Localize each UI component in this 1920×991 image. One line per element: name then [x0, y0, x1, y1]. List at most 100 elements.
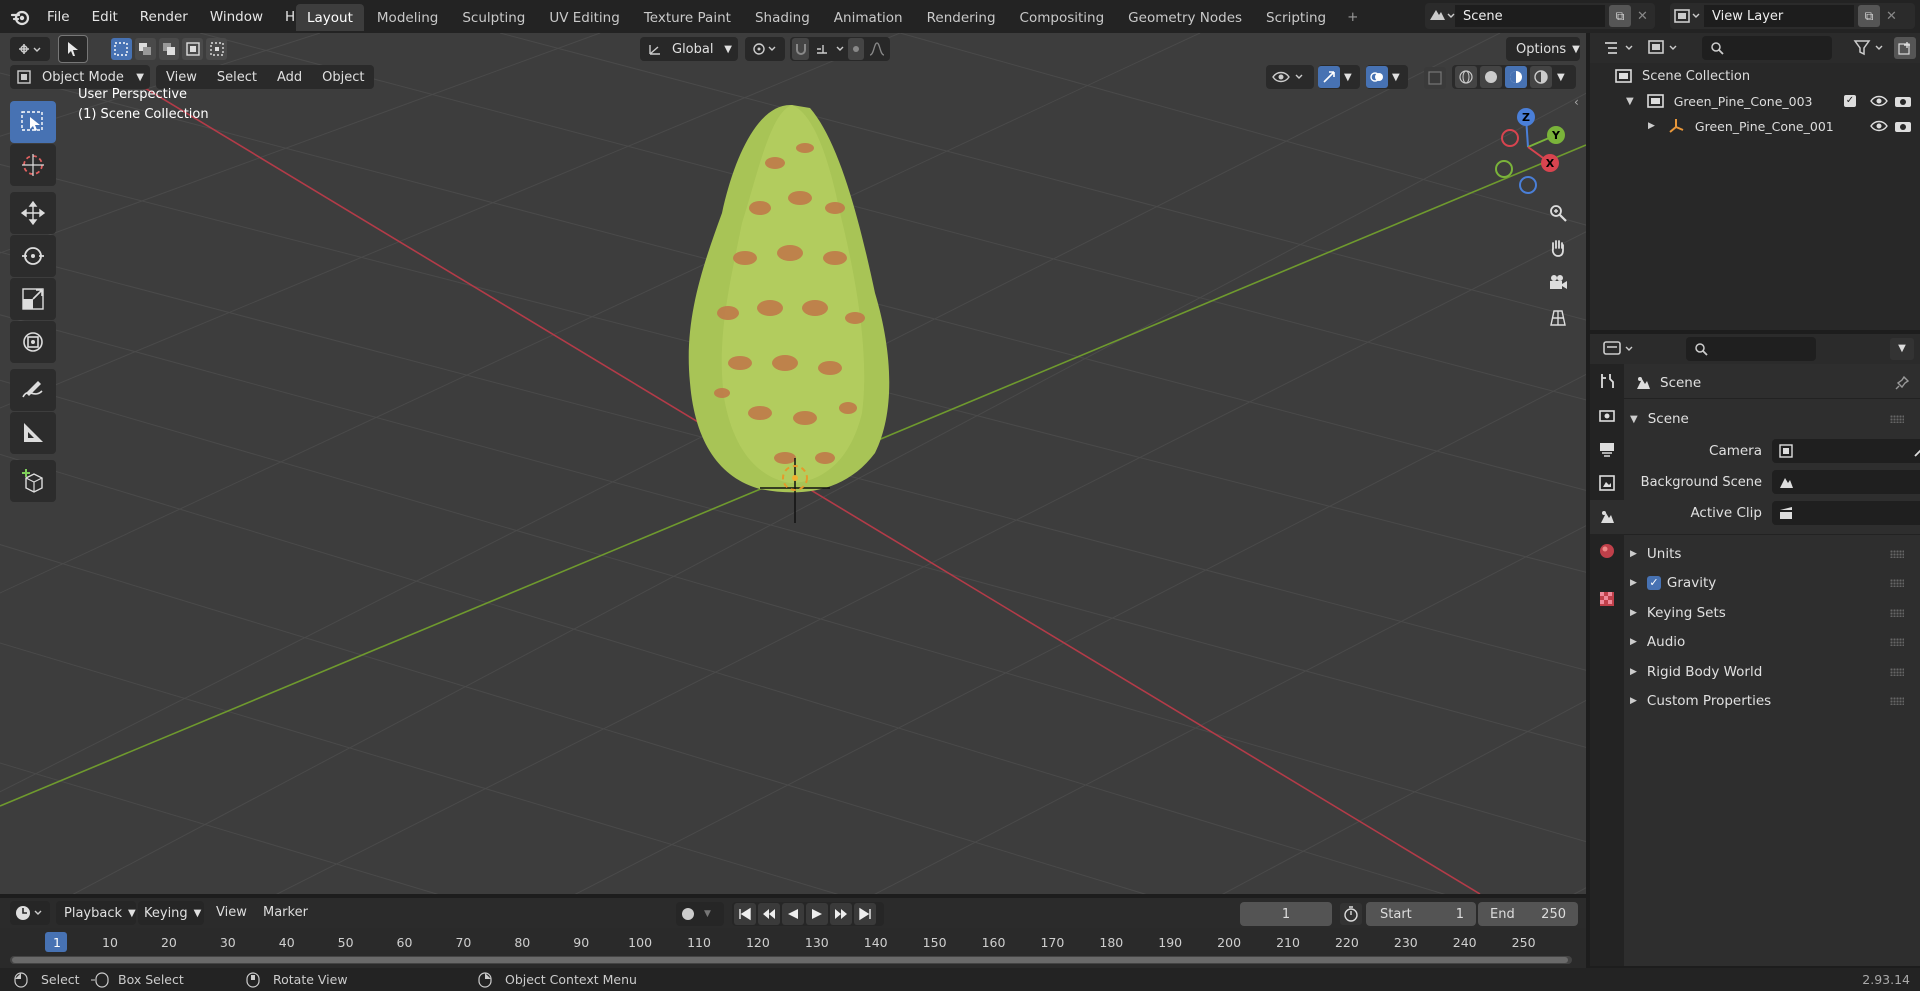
scene-tab[interactable] [1590, 500, 1624, 534]
camera-render-icon[interactable] [1894, 94, 1912, 108]
transform-tool[interactable] [10, 321, 56, 363]
zoom-view-button[interactable] [1542, 197, 1574, 229]
measure-tool[interactable] [10, 412, 56, 454]
falloff-icon[interactable] [868, 41, 890, 57]
material-preview-icon[interactable] [1505, 66, 1527, 88]
texture-tab[interactable] [1590, 582, 1624, 616]
xray-toggle-icon[interactable] [1424, 67, 1446, 89]
jump-start-icon[interactable] [734, 903, 756, 925]
tool-settings-toggle[interactable] [58, 35, 88, 63]
filter-icon[interactable] [1852, 37, 1892, 59]
world-tab[interactable] [1590, 534, 1624, 568]
eyedropper-icon[interactable] [1912, 443, 1920, 459]
annotate-tool[interactable] [10, 369, 56, 411]
blender-logo-icon[interactable] [10, 6, 32, 28]
gravity-panel-header[interactable]: ▶ ✓ Gravity [1630, 570, 1910, 596]
select-subtract-icon[interactable] [158, 38, 180, 60]
drag-handle-icon[interactable] [1890, 579, 1904, 587]
navigation-gizmo[interactable]: Z Y X [1480, 105, 1580, 205]
rendered-shading-icon[interactable] [1530, 66, 1552, 88]
drag-handle-icon[interactable] [1890, 697, 1904, 705]
menu-window[interactable]: Window [199, 9, 274, 25]
solid-shading-icon[interactable] [1480, 66, 1502, 88]
rotate-tool[interactable] [10, 235, 56, 277]
units-panel-header[interactable]: ▶ Units [1630, 541, 1910, 567]
scale-tool[interactable] [10, 278, 56, 320]
timeline-scrollbar[interactable] [10, 956, 1572, 964]
cursor-tool[interactable] [10, 144, 56, 186]
scene-name-input[interactable] [1455, 5, 1605, 27]
sidebar-collapse-icon[interactable]: ‹ [1574, 95, 1579, 109]
play-icon[interactable] [806, 903, 828, 925]
drag-handle-icon[interactable] [1890, 609, 1904, 617]
tab-geometry-nodes[interactable]: Geometry Nodes [1117, 4, 1253, 31]
current-frame-field[interactable]: 1 [1240, 902, 1332, 926]
disclosure-triangle-icon[interactable]: ▶ [1648, 121, 1655, 131]
chevron-down-icon[interactable]: ▼ [1890, 338, 1914, 360]
custom-properties-panel-header[interactable]: ▶ Custom Properties [1630, 688, 1910, 714]
tab-animation[interactable]: Animation [823, 4, 914, 31]
output-tab[interactable] [1590, 432, 1624, 466]
wireframe-shading-icon[interactable] [1455, 66, 1477, 88]
select-intersect-icon[interactable] [206, 38, 227, 60]
tab-rendering[interactable]: Rendering [916, 4, 1007, 31]
tab-modeling[interactable]: Modeling [366, 4, 449, 31]
pivot-point-dropdown[interactable] [745, 37, 785, 61]
chevron-down-icon[interactable]: ▼ [1557, 72, 1565, 83]
new-collection-icon[interactable] [1894, 37, 1916, 59]
viewport-menu-add[interactable]: Add [267, 70, 312, 85]
camera-view-button[interactable] [1542, 267, 1574, 299]
render-tab[interactable] [1590, 398, 1624, 432]
jump-end-icon[interactable] [854, 903, 876, 925]
chevron-down-icon[interactable]: ▼ [1344, 72, 1352, 83]
eye-icon[interactable] [1870, 119, 1888, 133]
scene-panel-header[interactable]: ▼ Scene [1630, 406, 1910, 432]
visibility-dropdown[interactable] [1266, 65, 1314, 89]
ortho-toggle-button[interactable] [1542, 302, 1574, 334]
exclude-checkbox[interactable]: ✓ [1844, 95, 1856, 107]
3d-viewport[interactable]: Global ▼ Options ▼ Object Mode ▼ View Se… [0, 33, 1586, 894]
scene-icon[interactable] [1425, 5, 1455, 27]
outliner-search-input[interactable] [1702, 36, 1832, 60]
menu-render[interactable]: Render [129, 9, 199, 25]
rigid-body-world-panel-header[interactable]: ▶ Rigid Body World [1630, 659, 1910, 685]
chevron-down-icon[interactable]: ▼ [1392, 72, 1400, 83]
eye-icon[interactable] [1870, 94, 1888, 108]
properties-search-input[interactable] [1686, 337, 1816, 361]
end-frame-field[interactable]: End 250 [1478, 902, 1578, 926]
view-layer-icon[interactable] [1670, 5, 1704, 27]
drag-handle-icon[interactable] [1890, 415, 1904, 423]
audio-panel-header[interactable]: ▶ Audio [1630, 629, 1910, 655]
outliner-row-root[interactable]: Scene Collection [1590, 65, 1920, 87]
timeline-menu-marker[interactable]: Marker [263, 905, 308, 920]
camera-field[interactable] [1772, 439, 1920, 463]
view-layer-tab[interactable] [1590, 466, 1624, 500]
play-reverse-icon[interactable] [782, 903, 804, 925]
viewport-menu-view[interactable]: View [156, 70, 207, 85]
tab-scripting[interactable]: Scripting [1255, 4, 1337, 31]
select-new-icon[interactable] [111, 38, 132, 60]
overlay-toggle-icon[interactable] [1366, 66, 1388, 88]
menu-edit[interactable]: Edit [81, 9, 129, 25]
proportional-edit-icon[interactable] [847, 38, 864, 60]
delete-view-layer-icon[interactable]: ✕ [1886, 9, 1897, 24]
drag-handle-icon[interactable] [1890, 668, 1904, 676]
add-workspace-button[interactable]: + [1339, 3, 1366, 31]
tab-compositing[interactable]: Compositing [1009, 4, 1116, 31]
viewport-menu-object[interactable]: Object [312, 70, 374, 85]
editor-type-selector[interactable] [10, 37, 50, 61]
jump-keyframe-back-icon[interactable] [758, 903, 780, 925]
tab-shading[interactable]: Shading [744, 4, 821, 31]
timeline-menu-view[interactable]: View [216, 905, 247, 920]
keying-menu[interactable]: Keying ▼ [138, 901, 204, 925]
gizmo-toggle-icon[interactable] [1318, 66, 1340, 88]
viewport-menu-select[interactable]: Select [207, 70, 267, 85]
select-extend-icon[interactable] [134, 38, 156, 60]
delete-scene-icon[interactable]: ✕ [1637, 9, 1648, 24]
properties-editor-type-icon[interactable] [1602, 338, 1642, 360]
tab-sculpting[interactable]: Sculpting [451, 4, 536, 31]
view-layer-input[interactable] [1704, 5, 1854, 27]
outliner-editor-type-icon[interactable] [1602, 37, 1642, 59]
tab-layout[interactable]: Layout [296, 3, 364, 31]
playback-menu[interactable]: Playback ▼ [56, 901, 136, 925]
